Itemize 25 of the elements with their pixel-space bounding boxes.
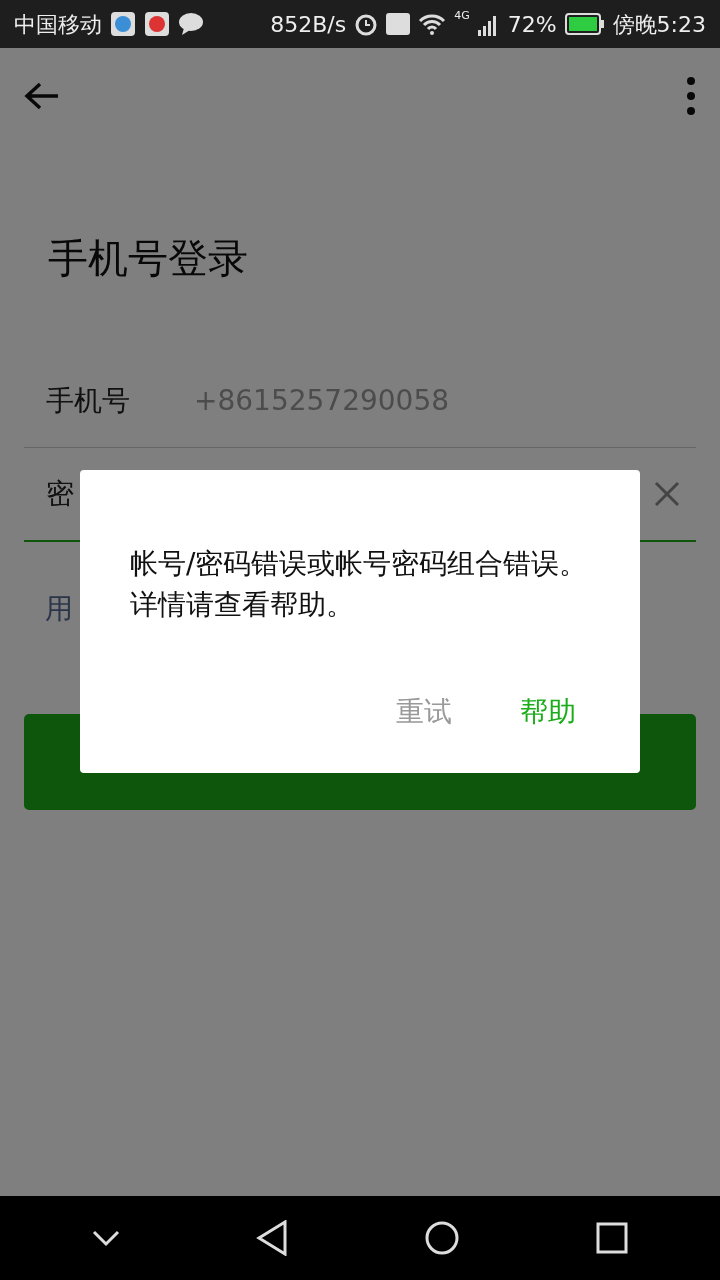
battery-percent: 72% — [507, 10, 557, 39]
field-label: 手机号 — [45, 382, 131, 419]
carrier-name: 中国移动 — [14, 10, 102, 39]
recents-icon[interactable] — [596, 1222, 628, 1254]
back-icon[interactable] — [256, 1220, 288, 1256]
page-title: 手机号登录 — [48, 235, 248, 281]
app-icon — [110, 11, 136, 37]
dialog-button[interactable]: 帮助 — [506, 687, 590, 737]
wifi-icon — [418, 13, 447, 35]
home-icon[interactable] — [424, 1220, 460, 1256]
battery-icon — [564, 13, 605, 35]
chat-bubble-icon — [178, 12, 204, 36]
dialog-button[interactable]: 重试 — [382, 687, 466, 737]
chevron-down-icon[interactable] — [92, 1229, 120, 1247]
network-speed: 852B/s — [270, 10, 347, 39]
app-icon — [144, 11, 170, 37]
network-type: 4G — [454, 8, 470, 24]
clear-icon[interactable] — [654, 481, 680, 507]
field-label: 密 — [45, 476, 75, 512]
alarm-icon — [354, 12, 379, 36]
back-arrow-icon[interactable] — [24, 81, 60, 111]
link[interactable]: 用 — [45, 592, 73, 625]
more-menu-icon[interactable] — [686, 76, 696, 116]
dialog-message: 帐号/密码错误或帐号密码组合错误。详情请查看帮助。 — [130, 546, 589, 623]
clock-time: 傍晚5:23 — [612, 10, 706, 39]
